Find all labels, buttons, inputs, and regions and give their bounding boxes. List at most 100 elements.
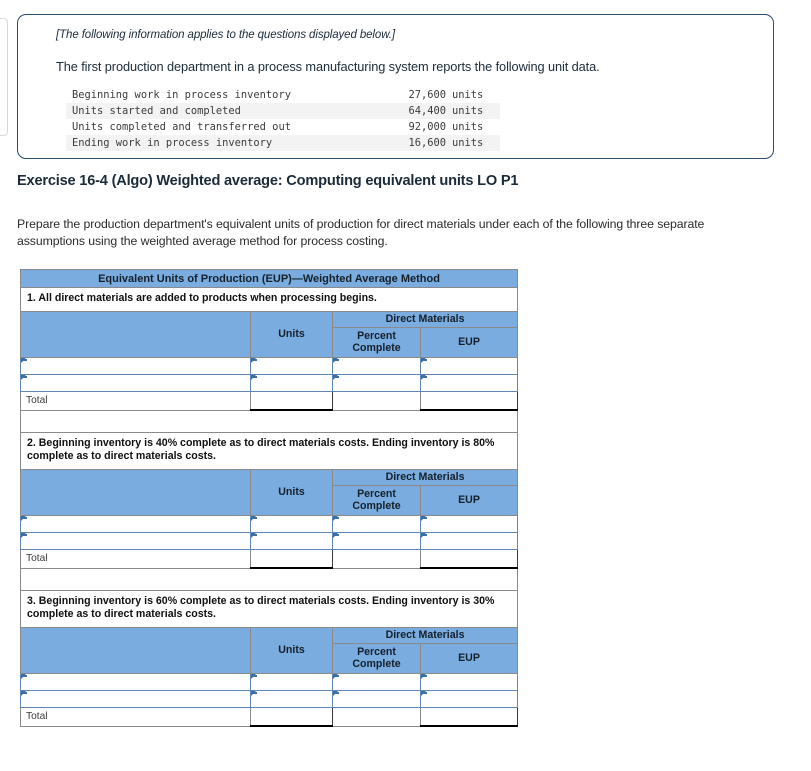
dropdown-marker-icon — [421, 515, 427, 521]
unit-data-value: 92,000 — [408, 121, 446, 133]
percent-input-2-2[interactable] — [332, 531, 421, 550]
desc-input-1-2[interactable] — [20, 373, 251, 392]
percent-complete-header-2: Percent Complete — [332, 484, 421, 516]
dropdown-marker-icon — [21, 515, 27, 521]
total-row: Total — [20, 706, 519, 727]
eup-header-1: EUP — [419, 326, 519, 358]
units-input-1-2[interactable] — [250, 373, 333, 392]
total-label-1: Total — [20, 390, 251, 411]
eup-header-3: EUP — [419, 642, 519, 674]
dropdown-marker-icon — [21, 532, 27, 538]
eup-input-3-1[interactable] — [419, 672, 519, 691]
total-units-3 — [250, 706, 333, 727]
dropdown-marker-icon — [21, 690, 27, 696]
units-input-3-2[interactable] — [250, 689, 333, 708]
eup-input-row[interactable] — [20, 373, 519, 392]
eup-input-3-2[interactable] — [419, 689, 519, 708]
dropdown-marker-icon — [421, 357, 427, 363]
assumption-text-3: 3. Beginning inventory is 60% complete a… — [19, 589, 519, 628]
eup-input-1-2[interactable] — [419, 373, 519, 392]
percent-input-1-1[interactable] — [332, 356, 421, 375]
total-row: Total — [20, 390, 519, 411]
dropdown-marker-icon — [421, 690, 427, 696]
column-group-header-row: Units Direct Materials — [20, 468, 519, 516]
unit-data-label: Beginning work in process inventory — [72, 89, 291, 101]
dropdown-marker-icon — [421, 374, 427, 380]
units-input-3-1[interactable] — [250, 672, 333, 691]
assumption-row: 3. Beginning inventory is 60% complete a… — [19, 589, 519, 628]
info-card-body: [The following information applies to th… — [18, 15, 773, 151]
unit-data-row: Units started and completed 64,400 units — [66, 103, 500, 119]
dropdown-marker-icon — [21, 673, 27, 679]
total-eup-2 — [419, 548, 519, 569]
units-input-2-2[interactable] — [250, 531, 333, 550]
eup-input-row[interactable] — [20, 514, 519, 533]
percent-complete-line2: Complete — [352, 658, 401, 670]
unit-data-label: Units completed and transferred out — [72, 121, 291, 133]
dropdown-marker-icon — [421, 673, 427, 679]
desc-header-1 — [20, 310, 251, 358]
total-label-2: Total — [20, 548, 251, 569]
percent-complete-line1: Percent — [357, 330, 396, 342]
unit-data-suffix: units — [446, 135, 500, 151]
direct-materials-group-header-3: Direct Materials — [331, 626, 519, 644]
desc-input-3-1[interactable] — [20, 672, 251, 691]
dropdown-marker-icon — [251, 374, 257, 380]
unit-data-value: 64,400 — [354, 103, 446, 119]
eup-input-row[interactable] — [20, 356, 519, 375]
assumption-text-1: 1. All direct materials are added to pro… — [19, 287, 519, 312]
desc-input-2-1[interactable] — [20, 514, 251, 533]
percent-input-3-1[interactable] — [332, 672, 421, 691]
percent-complete-line2: Complete — [352, 342, 401, 354]
units-input-1-1[interactable] — [250, 356, 333, 375]
eup-input-2-2[interactable] — [419, 531, 519, 550]
unit-data-table: Beginning work in process inventory 27,6… — [66, 87, 500, 151]
percent-complete-header-1: Percent Complete — [332, 326, 421, 358]
percent-complete-line2: Complete — [352, 500, 401, 512]
offscreen-card-sliver — [0, 18, 8, 136]
eup-table: Equivalent Units of Production (EUP)—Wei… — [19, 269, 519, 727]
units-input-2-1[interactable] — [250, 514, 333, 533]
dropdown-marker-icon — [251, 690, 257, 696]
dropdown-marker-icon — [251, 673, 257, 679]
unit-data-row: Ending work in process inventory 16,600 … — [66, 135, 500, 151]
unit-data-suffix: units — [452, 121, 484, 133]
eup-input-row[interactable] — [20, 531, 519, 550]
percent-input-1-2[interactable] — [332, 373, 421, 392]
eup-input-1-1[interactable] — [419, 356, 519, 375]
eup-input-row[interactable] — [20, 672, 519, 691]
unit-data-suffix: units — [452, 89, 484, 101]
percent-input-3-2[interactable] — [332, 689, 421, 708]
dropdown-marker-icon — [251, 532, 257, 538]
unit-data-suffix: units — [446, 103, 500, 119]
info-lead-text: The first production department in a pro… — [56, 59, 600, 74]
desc-input-1-1[interactable] — [20, 356, 251, 375]
dropdown-marker-icon — [333, 690, 339, 696]
page-title: Exercise 16-4 (Algo) Weighted average: C… — [17, 173, 519, 189]
worksheet-title: Equivalent Units of Production (EUP)—Wei… — [19, 269, 519, 288]
dropdown-marker-icon — [333, 673, 339, 679]
total-eup-1 — [419, 390, 519, 411]
total-units-2 — [250, 548, 333, 569]
eup-input-row[interactable] — [20, 689, 519, 708]
dropdown-marker-icon — [333, 357, 339, 363]
units-header-1: Units — [250, 310, 333, 358]
eup-table-body: Equivalent Units of Production (EUP)—Wei… — [19, 269, 519, 727]
unit-data-label: Ending work in process inventory — [66, 135, 354, 151]
dropdown-marker-icon — [251, 515, 257, 521]
desc-header-2 — [20, 468, 251, 516]
total-units-1 — [250, 390, 333, 411]
percent-complete-line1: Percent — [357, 646, 396, 658]
assumption-row: 1. All direct materials are added to pro… — [19, 287, 519, 312]
percent-input-2-1[interactable] — [332, 514, 421, 533]
unit-data-label: Units started and completed — [66, 103, 354, 119]
desc-header-3 — [20, 626, 251, 674]
desc-input-3-2[interactable] — [20, 689, 251, 708]
total-percent-2 — [332, 548, 421, 569]
section-gap-row — [19, 409, 519, 433]
dropdown-marker-icon — [251, 357, 257, 363]
eup-input-2-1[interactable] — [419, 514, 519, 533]
section-gap-row — [19, 567, 519, 591]
desc-input-2-2[interactable] — [20, 531, 251, 550]
eup-header-2: EUP — [419, 484, 519, 516]
